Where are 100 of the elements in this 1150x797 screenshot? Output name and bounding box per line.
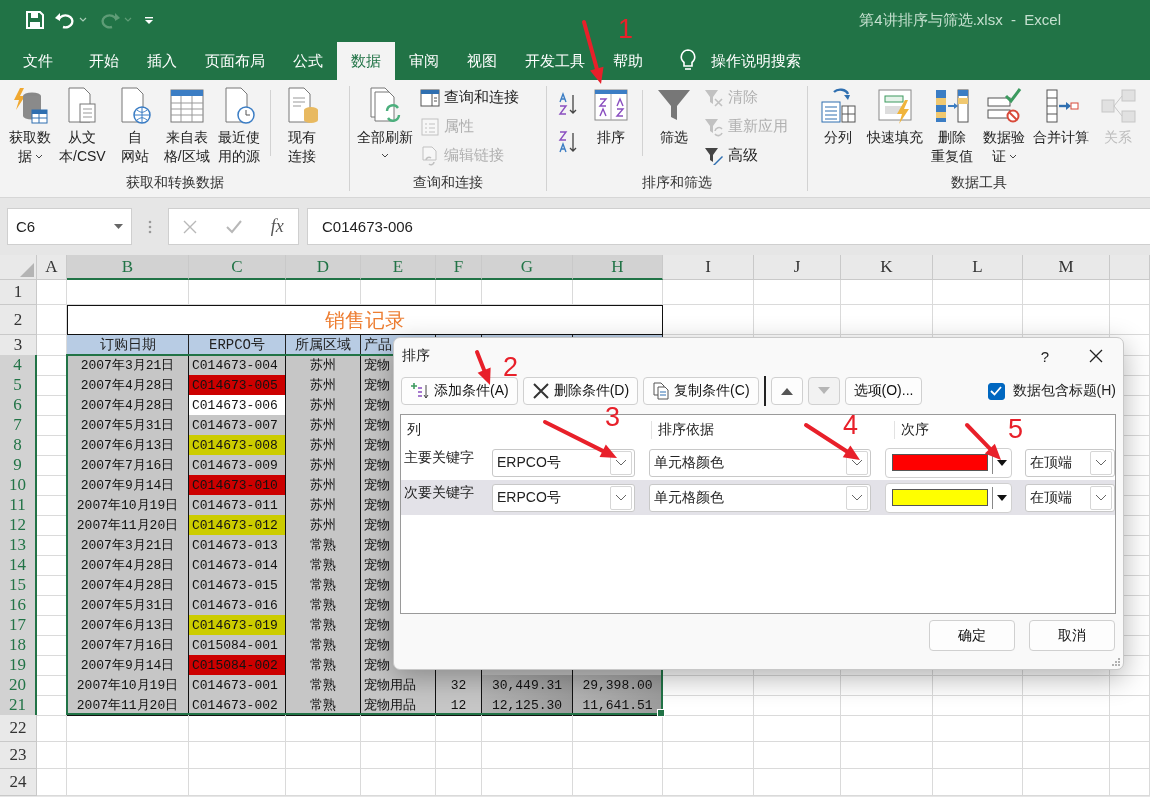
empty-cell[interactable] [361, 769, 436, 796]
empty-cell[interactable] [573, 769, 663, 796]
ribbon-tab[interactable]: 视图 [453, 42, 511, 80]
help-button[interactable]: ? [1040, 347, 1049, 365]
empty-cell[interactable] [933, 675, 1023, 696]
search-field[interactable]: 操作说明搜索 [711, 42, 801, 80]
ribbon-button[interactable]: 数据验 证 [978, 86, 1030, 166]
order-dropdown[interactable]: 在顶端 [1025, 483, 1115, 512]
empty-cell[interactable] [841, 280, 933, 305]
toolbar-button[interactable]: 删除条件(D) [522, 377, 639, 405]
select-all-icon[interactable] [20, 263, 34, 277]
ribbon-button[interactable]: 快速填充 [864, 86, 926, 147]
empty-cell[interactable] [67, 769, 189, 796]
drag-handle-icon[interactable] [148, 218, 152, 235]
ribbon-button[interactable]: 筛选 [648, 86, 700, 147]
row-header[interactable]: 13 [0, 535, 37, 556]
row-header[interactable]: 7 [0, 415, 37, 436]
lightbulb-icon[interactable] [679, 48, 697, 72]
column-header[interactable]: I [663, 255, 754, 280]
sort-on-dropdown[interactable]: 单元格颜色 [649, 483, 871, 512]
ribbon-tab[interactable]: 开始 [75, 42, 133, 80]
row-header[interactable]: 11 [0, 495, 37, 516]
empty-cell[interactable] [67, 715, 189, 742]
row-header[interactable]: 9 [0, 455, 37, 476]
empty-cell[interactable] [1023, 280, 1110, 305]
name-box[interactable]: C6 [7, 208, 132, 245]
ribbon-button[interactable]: 排序 [585, 86, 637, 147]
row-header[interactable]: 24 [0, 769, 37, 796]
empty-cell[interactable] [841, 695, 933, 716]
empty-cell[interactable] [841, 742, 933, 769]
toolbar-button[interactable]: 选项(O)... [844, 377, 923, 405]
save-icon[interactable] [25, 10, 45, 30]
empty-cell[interactable] [1023, 715, 1110, 742]
empty-cell[interactable] [67, 742, 189, 769]
empty-cell[interactable] [286, 769, 361, 796]
close-icon[interactable] [1089, 349, 1103, 363]
empty-cell[interactable] [754, 280, 841, 305]
sort-on-dropdown[interactable]: 单元格颜色 [649, 448, 871, 477]
ribbon-tab[interactable]: 文件 [9, 42, 67, 80]
empty-cell[interactable] [436, 280, 482, 305]
column-header[interactable]: A [37, 255, 67, 280]
ribbon-button[interactable]: 最近使 用的源 [212, 86, 265, 166]
customize-icon[interactable] [144, 15, 154, 25]
empty-cell[interactable] [1110, 769, 1150, 796]
column-header[interactable]: G [482, 255, 573, 280]
sort-descending-icon[interactable] [557, 130, 579, 154]
empty-cell[interactable] [482, 769, 573, 796]
caret-icon[interactable] [79, 17, 87, 23]
empty-cell[interactable] [933, 695, 1023, 716]
empty-cell[interactable] [663, 305, 754, 335]
column-header[interactable]: H [573, 255, 663, 280]
empty-cell[interactable] [1110, 742, 1150, 769]
column-header[interactable]: E [361, 255, 436, 280]
ribbon-tab[interactable]: 开发工具 [511, 42, 599, 80]
column-header[interactable] [1110, 255, 1150, 280]
empty-cell[interactable] [1110, 280, 1150, 305]
column-dropdown[interactable]: ERPCO号 [492, 448, 635, 477]
empty-cell[interactable] [361, 715, 436, 742]
empty-cell[interactable] [663, 769, 754, 796]
ok-button[interactable]: 确定 [929, 620, 1015, 651]
empty-cell[interactable] [189, 769, 286, 796]
empty-cell[interactable] [573, 742, 663, 769]
empty-cell[interactable] [754, 769, 841, 796]
ribbon-button[interactable]: 现有 连接 [275, 86, 328, 166]
empty-cell[interactable] [1110, 675, 1150, 696]
ribbon-button[interactable]: 查询和连接 [420, 86, 519, 109]
insert-function-button[interactable]: fx [270, 216, 284, 237]
empty-cell[interactable] [933, 769, 1023, 796]
empty-cell[interactable] [286, 715, 361, 742]
ribbon-button[interactable]: 全部刷新 [354, 86, 416, 158]
row-header[interactable]: 15 [0, 575, 37, 596]
redo-icon[interactable] [99, 10, 121, 30]
resize-grip-icon[interactable] [1111, 657, 1121, 667]
column-header[interactable]: M [1023, 255, 1110, 280]
row-header[interactable]: 20 [0, 675, 37, 696]
empty-cell[interactable] [663, 280, 754, 305]
empty-cell[interactable] [361, 742, 436, 769]
empty-cell[interactable] [189, 715, 286, 742]
row-header[interactable]: 6 [0, 395, 37, 416]
row-header[interactable]: 12 [0, 515, 37, 536]
empty-cell[interactable] [663, 742, 754, 769]
ribbon-tab[interactable]: 审阅 [395, 42, 453, 80]
empty-cell[interactable] [482, 280, 573, 305]
ribbon-button[interactable]: 合并计算 [1030, 86, 1092, 147]
row-header[interactable]: 8 [0, 435, 37, 456]
move-up-button[interactable] [770, 377, 803, 405]
empty-cell[interactable] [1023, 769, 1110, 796]
color-dropdown[interactable] [885, 447, 1012, 478]
ribbon-tab[interactable]: 帮助 [599, 42, 657, 80]
row-header[interactable]: 21 [0, 695, 37, 716]
column-dropdown[interactable]: ERPCO号 [492, 483, 635, 512]
empty-cell[interactable] [1110, 715, 1150, 742]
empty-cell[interactable] [482, 742, 573, 769]
empty-cell[interactable] [841, 715, 933, 742]
empty-cell[interactable] [1023, 742, 1110, 769]
empty-cell[interactable] [1023, 695, 1110, 716]
row-header[interactable]: 19 [0, 655, 37, 676]
empty-cell[interactable] [286, 742, 361, 769]
row-header[interactable]: 17 [0, 615, 37, 636]
formula-field[interactable]: C014673-006 [307, 208, 1150, 245]
